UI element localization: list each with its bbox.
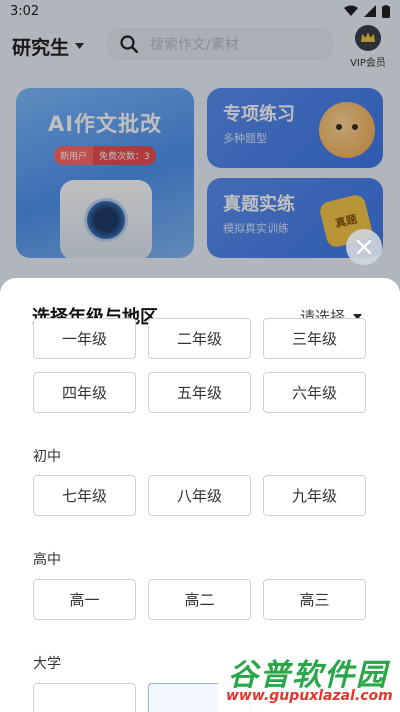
grade-button[interactable]: 二年级 <box>148 318 251 359</box>
section-label-senior: 高中 <box>33 552 61 568</box>
close-button[interactable] <box>346 229 382 265</box>
grade-button[interactable]: 五年级 <box>148 372 251 413</box>
grade-button[interactable] <box>33 683 136 712</box>
grade-button[interactable]: 三年级 <box>263 318 366 359</box>
section-label-university: 大学 <box>33 656 61 672</box>
grade-region-sheet: 选择年级与地区 请选择 一年级 二年级 三年级 四年级 五年级 六年级 初中 七… <box>0 278 400 712</box>
grade-button[interactable]: 九年级 <box>263 475 366 516</box>
watermark: 谷普软件园 www.gupuxlazal.com <box>218 648 400 712</box>
grade-button[interactable]: 高一 <box>33 579 136 620</box>
watermark-en: www.gupuxlazal.com <box>226 688 393 704</box>
grade-button[interactable]: 高二 <box>148 579 251 620</box>
grade-button[interactable]: 一年级 <box>33 318 136 359</box>
grade-button[interactable]: 高三 <box>263 579 366 620</box>
grade-button[interactable]: 八年级 <box>148 475 251 516</box>
section-label-junior: 初中 <box>33 449 61 465</box>
grade-button[interactable]: 六年级 <box>263 372 366 413</box>
grade-button[interactable]: 七年级 <box>33 475 136 516</box>
grade-button[interactable]: 四年级 <box>33 372 136 413</box>
close-icon <box>357 240 371 254</box>
